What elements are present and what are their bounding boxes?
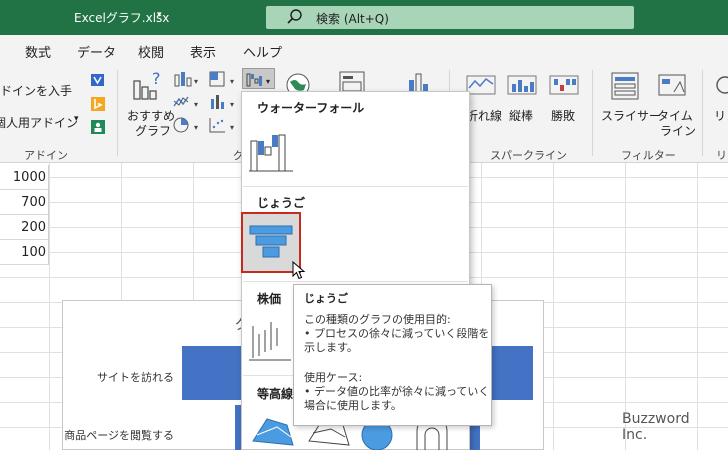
column-chart-icon[interactable]: ▾ bbox=[172, 70, 202, 88]
chart-type-tooltip: じょうご この種類のグラフの使用目的: • プロセスの徐々に減っていく段階を 示… bbox=[293, 284, 492, 426]
sparkline-winloss-label[interactable]: 勝敗 bbox=[551, 107, 575, 124]
funnel-category-label: 商品ページを閲覧する bbox=[64, 429, 174, 442]
divider bbox=[243, 186, 468, 187]
bing-icon bbox=[91, 97, 105, 111]
svg-text:?: ? bbox=[152, 71, 161, 88]
sparkline-line-label[interactable]: 折れ線 bbox=[466, 107, 502, 124]
divider bbox=[117, 70, 118, 156]
search-icon bbox=[287, 9, 302, 24]
section-waterfall: ウォーターフォール bbox=[257, 101, 365, 115]
tab-data[interactable]: データ bbox=[77, 42, 116, 61]
scatter-chart-icon[interactable]: ▾ bbox=[208, 116, 238, 134]
tab-review[interactable]: 校閲 bbox=[138, 42, 164, 61]
svg-text:▾: ▾ bbox=[194, 123, 198, 132]
search-label[interactable]: 検索 (Alt+Q) bbox=[316, 10, 389, 27]
svg-text:▾: ▾ bbox=[230, 123, 234, 132]
file-name[interactable]: Excelグラフ.xlsx bbox=[74, 9, 169, 26]
watermark: Buzzword Inc. bbox=[622, 411, 690, 443]
timeline-label-2[interactable]: ライン bbox=[660, 122, 696, 139]
tooltip-purpose-line: 示します。 bbox=[304, 341, 358, 354]
link-icon[interactable] bbox=[713, 72, 728, 102]
people-graph-icon bbox=[91, 120, 105, 134]
cell-value[interactable]: 1000 bbox=[0, 165, 49, 190]
links-group-label: リ bbox=[716, 149, 727, 162]
svg-text:▾: ▾ bbox=[230, 77, 234, 86]
cell-value[interactable]: 100 bbox=[0, 240, 49, 265]
waterfall-chart-option[interactable] bbox=[247, 127, 297, 173]
funnel-category-label: サイトを訪れる bbox=[97, 371, 174, 384]
section-funnel: じょうご bbox=[257, 196, 306, 210]
slicer-label[interactable]: スライサー bbox=[601, 107, 661, 124]
line-chart-icon[interactable]: ▾ bbox=[172, 93, 202, 111]
cell-value[interactable]: 200 bbox=[0, 215, 49, 240]
personal-addins-button[interactable]: 個人用アドイン bbox=[0, 114, 78, 131]
tab-help[interactable]: ヘルプ bbox=[243, 42, 282, 61]
chevron-down-icon[interactable]: ▾ bbox=[157, 10, 162, 20]
slicer-icon[interactable] bbox=[609, 70, 641, 102]
sparklines-group-label: スパークライン bbox=[490, 149, 567, 162]
section-surface: 等高線 bbox=[257, 387, 294, 401]
cell-value[interactable]: 700 bbox=[0, 190, 49, 215]
section-stock: 株価 bbox=[257, 292, 282, 306]
svg-text:▾: ▾ bbox=[230, 100, 234, 109]
pie-chart-icon[interactable]: ▾ bbox=[172, 116, 202, 134]
recommended-charts-label-2[interactable]: グラフ bbox=[135, 122, 171, 139]
link-label[interactable]: リン bbox=[714, 107, 728, 124]
tooltip-usecase-line: 場合に使用します。 bbox=[304, 399, 402, 412]
tooltip-usecase-line: • データ値の比率が徐々に減っていく bbox=[304, 385, 490, 398]
svg-text:▾: ▾ bbox=[194, 100, 198, 109]
recommended-charts-icon[interactable]: ? bbox=[132, 71, 166, 103]
tab-view[interactable]: 表示 bbox=[190, 42, 216, 61]
divider bbox=[702, 70, 703, 156]
visio-icon bbox=[91, 74, 104, 86]
divider bbox=[243, 281, 468, 282]
tab-formulas[interactable]: 数式 bbox=[25, 42, 51, 61]
hierarchy-chart-icon[interactable]: ▾ bbox=[208, 70, 238, 88]
svg-text:▾: ▾ bbox=[194, 77, 198, 86]
funnel-chart-icon bbox=[249, 225, 293, 258]
get-addins-button[interactable]: ドインを入手 bbox=[0, 82, 72, 99]
sparkline-winloss-icon[interactable] bbox=[549, 72, 579, 98]
svg-text:▾: ▾ bbox=[266, 77, 270, 86]
tooltip-usecase-heading: 使用ケース: bbox=[304, 371, 363, 384]
tooltip-purpose-heading: この種類のグラフの使用目的: bbox=[304, 313, 451, 326]
chevron-down-icon[interactable]: ▾ bbox=[74, 114, 79, 124]
divider bbox=[592, 70, 593, 156]
tooltip-title: じょうご bbox=[304, 292, 348, 305]
tooltip-purpose-line: • プロセスの徐々に減っていく段階を bbox=[304, 327, 490, 340]
addins-group-label: アドイン bbox=[24, 149, 68, 162]
sparkline-column-label[interactable]: 縦棒 bbox=[509, 107, 533, 124]
stock-chart-option[interactable] bbox=[247, 312, 293, 362]
mouse-cursor-icon bbox=[292, 261, 306, 280]
timeline-icon[interactable] bbox=[656, 70, 688, 102]
sparkline-column-icon[interactable] bbox=[507, 72, 537, 98]
filters-group-label: フィルター bbox=[621, 149, 676, 162]
bar-chart-icon[interactable]: ▾ bbox=[208, 93, 238, 111]
waterfall-chart-icon: ▾ bbox=[246, 73, 270, 87]
sparkline-line-icon[interactable] bbox=[466, 72, 496, 98]
